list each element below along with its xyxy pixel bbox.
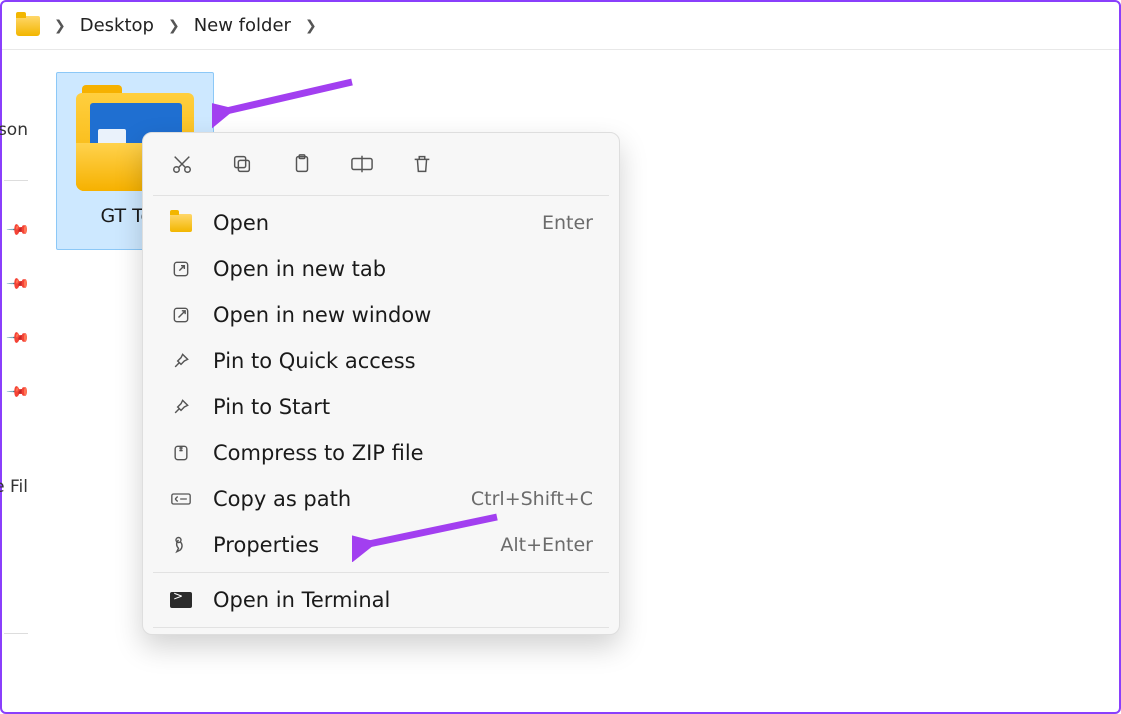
context-menu: Open Enter Open in new tab Open in new w… <box>142 132 620 635</box>
divider <box>153 195 609 196</box>
breadcrumb: ❯ Desktop ❯ New folder ❯ <box>2 2 1119 50</box>
menu-label: Properties <box>213 533 480 557</box>
divider <box>4 633 28 634</box>
menu-item-pin-quick-access[interactable]: Pin to Quick access <box>143 338 619 384</box>
menu-item-properties[interactable]: Properties Alt+Enter <box>143 522 619 568</box>
menu-label: Open <box>213 211 522 235</box>
open-tab-icon <box>169 257 193 281</box>
menu-label: Copy as path <box>213 487 451 511</box>
pin-icon: 📌 <box>6 379 32 405</box>
divider <box>153 572 609 573</box>
rename-icon[interactable] <box>349 151 375 177</box>
terminal-icon <box>169 588 193 612</box>
menu-item-open[interactable]: Open Enter <box>143 200 619 246</box>
pin-icon: 📌 <box>6 271 32 297</box>
menu-shortcut: Alt+Enter <box>500 534 593 556</box>
context-menu-toolbar <box>143 141 619 191</box>
pin-icon: 📌 <box>6 217 32 243</box>
pin-icon <box>169 349 193 373</box>
menu-item-pin-start[interactable]: Pin to Start <box>143 384 619 430</box>
breadcrumb-item[interactable]: New folder <box>194 15 291 36</box>
chevron-right-icon: ❯ <box>54 18 66 34</box>
chevron-right-icon: ❯ <box>305 18 317 34</box>
cut-icon[interactable] <box>169 151 195 177</box>
breadcrumb-item[interactable]: Desktop <box>80 15 154 36</box>
menu-shortcut: Ctrl+Shift+C <box>471 488 593 510</box>
folder-icon <box>169 211 193 235</box>
delete-icon[interactable] <box>409 151 435 177</box>
menu-item-compress-zip[interactable]: Compress to ZIP file <box>143 430 619 476</box>
menu-item-open-new-tab[interactable]: Open in new tab <box>143 246 619 292</box>
sidebar-label: son <box>0 120 28 140</box>
chevron-right-icon: ❯ <box>168 18 180 34</box>
divider <box>153 627 609 628</box>
menu-label: Open in Terminal <box>213 588 593 612</box>
menu-label: Open in new window <box>213 303 593 327</box>
divider <box>4 180 28 181</box>
menu-label: Compress to ZIP file <box>213 441 593 465</box>
menu-shortcut: Enter <box>542 212 593 234</box>
copy-path-icon <box>169 487 193 511</box>
menu-label: Pin to Quick access <box>213 349 593 373</box>
sidebar-fragment: son 📌 📌 📌 📌 e Fil <box>2 50 34 712</box>
menu-item-open-new-window[interactable]: Open in new window <box>143 292 619 338</box>
sidebar-label: e Fil <box>0 477 28 497</box>
pin-icon: 📌 <box>6 325 32 351</box>
folder-icon <box>16 16 40 36</box>
copy-icon[interactable] <box>229 151 255 177</box>
paste-icon[interactable] <box>289 151 315 177</box>
properties-icon <box>169 533 193 557</box>
menu-label: Pin to Start <box>213 395 593 419</box>
pin-icon <box>169 395 193 419</box>
zip-icon <box>169 441 193 465</box>
open-window-icon <box>169 303 193 327</box>
menu-label: Open in new tab <box>213 257 593 281</box>
menu-item-open-terminal[interactable]: Open in Terminal <box>143 577 619 623</box>
menu-item-copy-as-path[interactable]: Copy as path Ctrl+Shift+C <box>143 476 619 522</box>
